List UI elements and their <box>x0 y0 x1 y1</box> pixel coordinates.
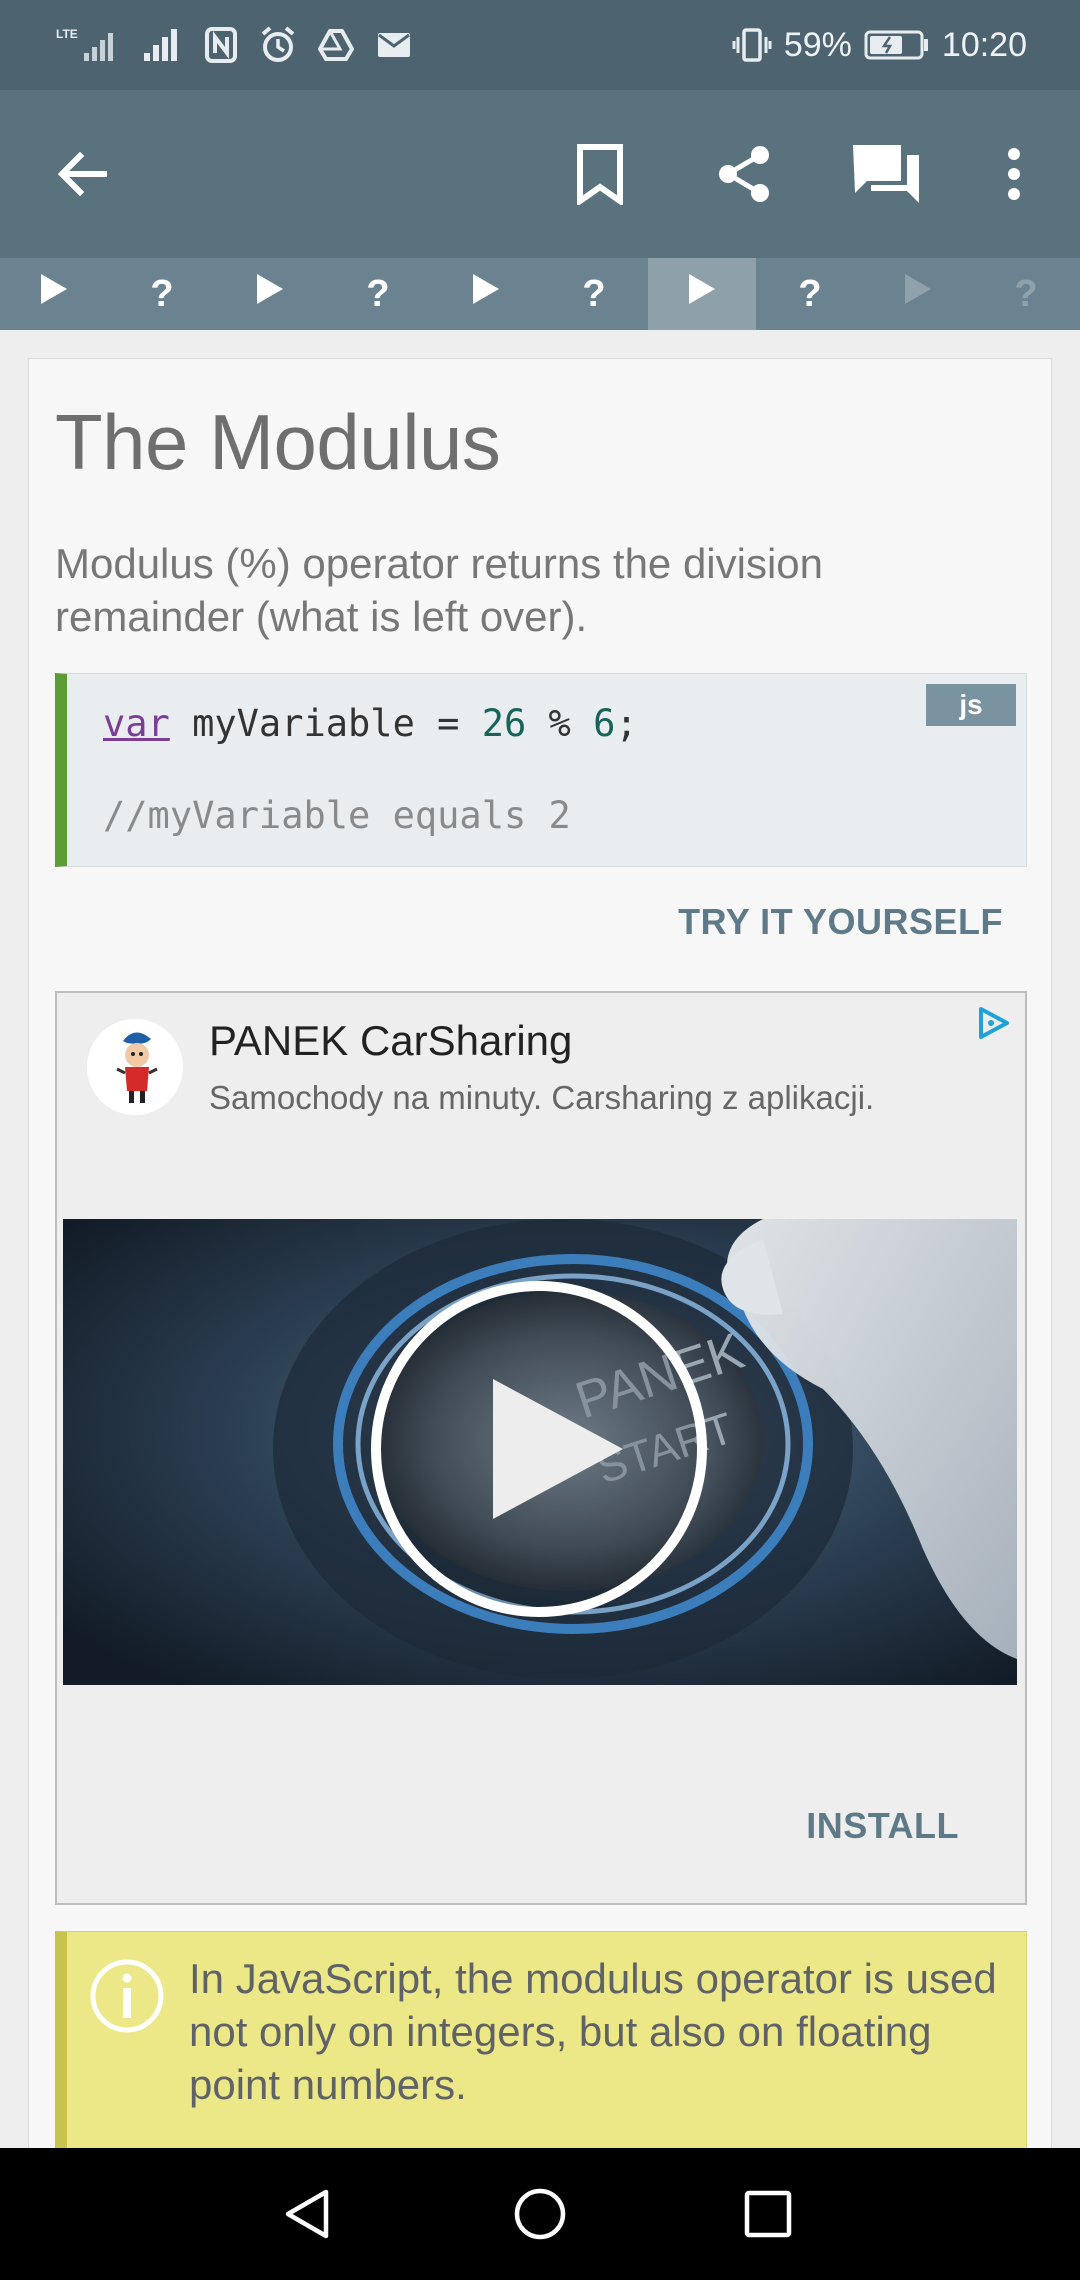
share-icon <box>719 146 769 202</box>
ad-description: Samochody na minuty. Carsharing z aplika… <box>209 1079 875 1116</box>
svg-text:LTE: LTE <box>56 27 78 41</box>
nav-back-icon <box>285 2189 329 2239</box>
tab-quiz-1[interactable]: ? <box>108 258 216 330</box>
more-vert-icon <box>1008 148 1020 200</box>
ad-title[interactable]: PANEK CarSharing <box>209 1017 572 1065</box>
quiz-icon: ? <box>582 272 606 315</box>
ad-video[interactable]: PANEK START <box>63 1219 1017 1685</box>
code-line-1: var myVariable = 26 % 6; <box>103 702 638 745</box>
battery-percent: 59% <box>783 25 852 64</box>
code-keyword: var <box>103 702 170 745</box>
play-icon <box>471 272 501 316</box>
back-button[interactable] <box>38 130 126 218</box>
tab-lesson-1[interactable] <box>0 258 108 330</box>
page-title: The Modulus <box>55 398 501 486</box>
battery-icon <box>864 28 930 62</box>
code-identifier: myVariable = <box>169 702 482 745</box>
language-badge: js <box>926 684 1016 726</box>
play-icon <box>39 272 69 316</box>
tab-quiz-5-locked[interactable]: ? <box>972 258 1080 330</box>
app-bar <box>0 90 1080 258</box>
play-icon <box>687 272 717 316</box>
note-text: In JavaScript, the modulus operator is u… <box>189 1955 997 2108</box>
tab-quiz-3[interactable]: ? <box>540 258 648 330</box>
quiz-icon: ? <box>798 272 822 315</box>
try-it-yourself-button[interactable]: TRY IT YOURSELF <box>678 887 1003 957</box>
tab-quiz-4[interactable]: ? <box>756 258 864 330</box>
share-button[interactable] <box>700 130 788 218</box>
play-icon <box>903 272 933 316</box>
install-button[interactable]: INSTALL <box>806 1805 959 1847</box>
advertiser-logo <box>87 1019 183 1115</box>
nfc-icon <box>204 25 238 65</box>
info-icon <box>89 1958 165 2034</box>
quiz-icon: ? <box>1014 272 1038 315</box>
tab-lesson-4-active[interactable] <box>648 258 756 330</box>
lesson-card: The Modulus Modulus (%) operator returns… <box>28 358 1052 2258</box>
more-options-button[interactable] <box>970 130 1058 218</box>
info-note: In JavaScript, the modulus operator is u… <box>55 1931 1027 2149</box>
signal-icon <box>142 25 182 65</box>
tab-lesson-3[interactable] <box>432 258 540 330</box>
code-number-1: 26 <box>481 702 527 745</box>
code-block: js var myVariable = 26 % 6; //myVariable… <box>55 673 1027 867</box>
nav-recents-icon <box>744 2190 792 2238</box>
nav-recents-button[interactable] <box>728 2174 808 2254</box>
lesson-progress-tabs: ? ? ? ? ? <box>0 258 1080 330</box>
code-semicolon: ; <box>615 702 638 745</box>
vibrate-icon <box>732 25 772 65</box>
tab-quiz-2[interactable]: ? <box>324 258 432 330</box>
adchoices-icon[interactable] <box>973 1003 1013 1043</box>
comments-button[interactable] <box>842 130 930 218</box>
mail-icon <box>376 25 412 65</box>
comments-icon <box>853 145 919 203</box>
ad-unit[interactable]: PANEK CarSharing Samochody na minuty. Ca… <box>55 991 1027 1905</box>
code-operator: % <box>526 702 594 745</box>
bookmark-icon <box>577 144 623 205</box>
tab-lesson-5-locked[interactable] <box>864 258 972 330</box>
alarm-icon <box>260 25 296 65</box>
code-comment: //myVariable equals 2 <box>103 794 571 837</box>
lte-signal-icon: LTE <box>56 25 120 65</box>
lesson-intro: Modulus (%) operator returns the divisio… <box>55 540 824 640</box>
drive-icon <box>318 25 354 65</box>
nav-home-button[interactable] <box>500 2174 580 2254</box>
play-icon <box>255 272 285 316</box>
nav-back-button[interactable] <box>268 2174 348 2254</box>
arrow-back-icon <box>57 151 107 197</box>
clock: 10:20 <box>941 25 1027 64</box>
tab-lesson-2[interactable] <box>216 258 324 330</box>
nav-home-icon <box>514 2188 566 2240</box>
quiz-icon: ? <box>366 272 390 315</box>
code-number-2: 6 <box>593 702 616 745</box>
quiz-icon: ? <box>150 272 174 315</box>
bookmark-button[interactable] <box>556 130 644 218</box>
status-bar: LTE 59% 10:20 <box>0 0 1080 90</box>
system-navigation-bar <box>0 2148 1080 2280</box>
